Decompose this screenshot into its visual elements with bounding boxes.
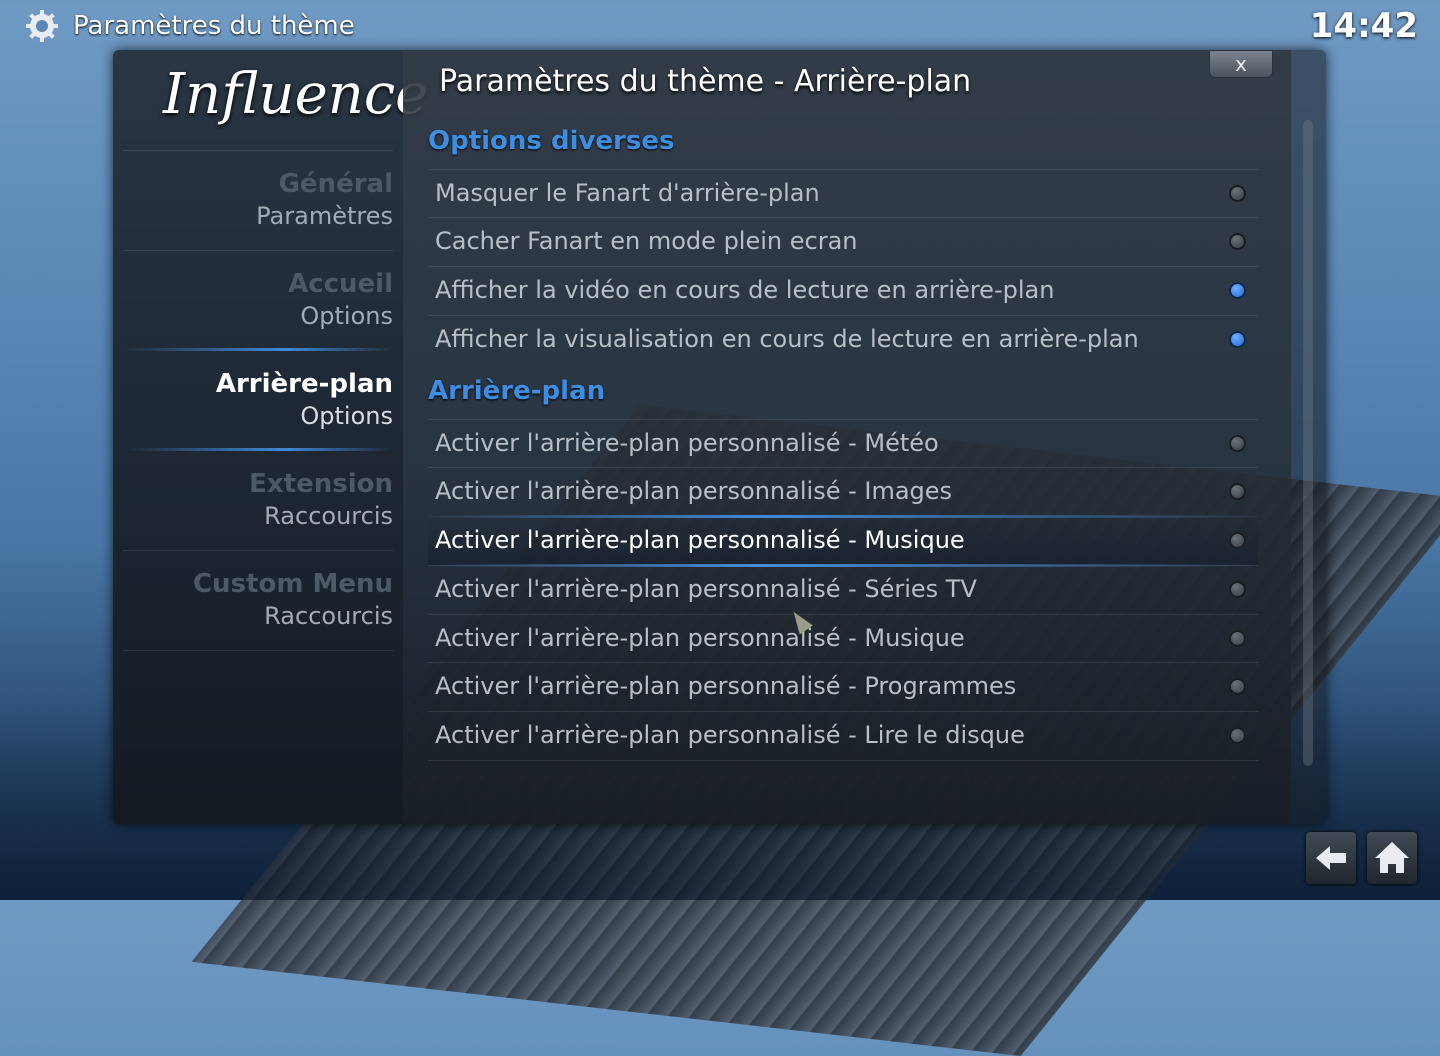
sidebar-item-main-label: Arrière-plan [215,369,393,399]
sidebar-item-main-label: Accueil [288,269,393,299]
setting-row[interactable]: Cacher Fanart en mode plein ecran [428,217,1258,266]
active-glow [123,348,393,351]
panel-title: Paramètres du thème - Arrière-plan [439,64,972,99]
sidebar-item-custom-menu[interactable]: Custom Menu Raccourcis [123,568,393,666]
radio-toggle[interactable] [1229,630,1246,647]
radio-toggle[interactable] [1229,678,1246,695]
setting-row-focused[interactable]: Activer l'arrière-plan personnalisé - Mu… [428,515,1258,567]
back-button[interactable] [1306,832,1356,884]
setting-label: Afficher la vidéo en cours de lecture en… [435,276,1055,304]
divider [123,550,393,551]
page-title: Paramètres du thème [73,11,355,41]
sidebar-item-extension[interactable]: Extension Raccourcis [123,468,393,566]
home-icon [1375,842,1409,873]
setting-row-partial [428,760,1258,781]
sidebar: Influence Général Paramètres Accueil Opt… [113,50,428,824]
setting-row[interactable]: Activer l'arrière-plan personnalisé - Li… [428,711,1258,760]
sidebar-item-sub-label: Raccourcis [264,502,393,530]
sidebar-item-general[interactable]: Général Paramètres [123,168,393,266]
setting-label: Activer l'arrière-plan personnalisé - Li… [435,721,1025,749]
close-button[interactable]: x [1209,50,1273,78]
clock: 14:42 [1309,6,1418,46]
divider [123,650,393,651]
radio-toggle[interactable] [1229,435,1246,452]
setting-label: Activer l'arrière-plan personnalisé - Im… [435,477,953,505]
setting-row[interactable]: Activer l'arrière-plan personnalisé - Im… [428,467,1258,516]
radio-toggle[interactable] [1229,483,1246,500]
setting-label: Activer l'arrière-plan personnalisé - Mu… [435,624,965,652]
setting-row[interactable]: Activer l'arrière-plan personnalisé - Sé… [428,565,1258,614]
divider [123,150,393,151]
section-heading: Arrière-plan [428,376,606,406]
radio-toggle[interactable] [1229,727,1246,744]
skin-logo: Influence [163,62,429,127]
radio-toggle[interactable] [1229,331,1246,348]
setting-label: Cacher Fanart en mode plein ecran [435,227,858,255]
scrollbar[interactable] [1303,120,1313,766]
setting-label: Masquer le Fanart d'arrière-plan [435,179,820,207]
home-button[interactable] [1367,832,1417,884]
setting-label: Activer l'arrière-plan personnalisé - Pr… [435,672,1017,700]
setting-label: Activer l'arrière-plan personnalisé - Mu… [435,526,965,554]
gear-icon [26,10,58,42]
section-heading: Options diverses [428,126,675,156]
sidebar-item-accueil[interactable]: Accueil Options [123,268,393,366]
sidebar-item-sub-label: Paramètres [256,202,393,230]
close-icon: x [1235,52,1247,76]
setting-row[interactable]: Activer l'arrière-plan personnalisé - Mu… [428,614,1258,663]
setting-row[interactable]: Activer l'arrière-plan personnalisé - Mé… [428,419,1258,468]
setting-label: Activer l'arrière-plan personnalisé - Sé… [435,575,977,603]
back-arrow-icon [1316,846,1346,870]
setting-label: Afficher la visualisation en cours de le… [435,325,1139,353]
sidebar-item-main-label: Extension [249,469,393,499]
setting-row[interactable]: Afficher la vidéo en cours de lecture en… [428,266,1258,315]
sidebar-item-arriere-plan[interactable]: Arrière-plan Options [123,368,393,466]
setting-label: Activer l'arrière-plan personnalisé - Mé… [435,429,939,457]
sidebar-item-sub-label: Options [300,302,393,330]
sidebar-item-sub-label: Raccourcis [264,602,393,630]
radio-toggle[interactable] [1229,532,1246,549]
setting-row[interactable]: Afficher la visualisation en cours de le… [428,315,1258,364]
radio-toggle[interactable] [1229,233,1246,250]
sidebar-item-sub-label: Options [300,402,393,430]
setting-row[interactable]: Masquer le Fanart d'arrière-plan [428,169,1258,218]
sidebar-item-main-label: Custom Menu [192,569,393,599]
active-glow [123,448,393,451]
sidebar-item-main-label: Général [278,169,393,199]
radio-toggle[interactable] [1229,282,1246,299]
radio-toggle[interactable] [1229,185,1246,202]
settings-window: Influence Général Paramètres Accueil Opt… [113,50,1326,824]
divider [123,250,393,251]
setting-row[interactable]: Activer l'arrière-plan personnalisé - Pr… [428,662,1258,711]
radio-toggle[interactable] [1229,581,1246,598]
